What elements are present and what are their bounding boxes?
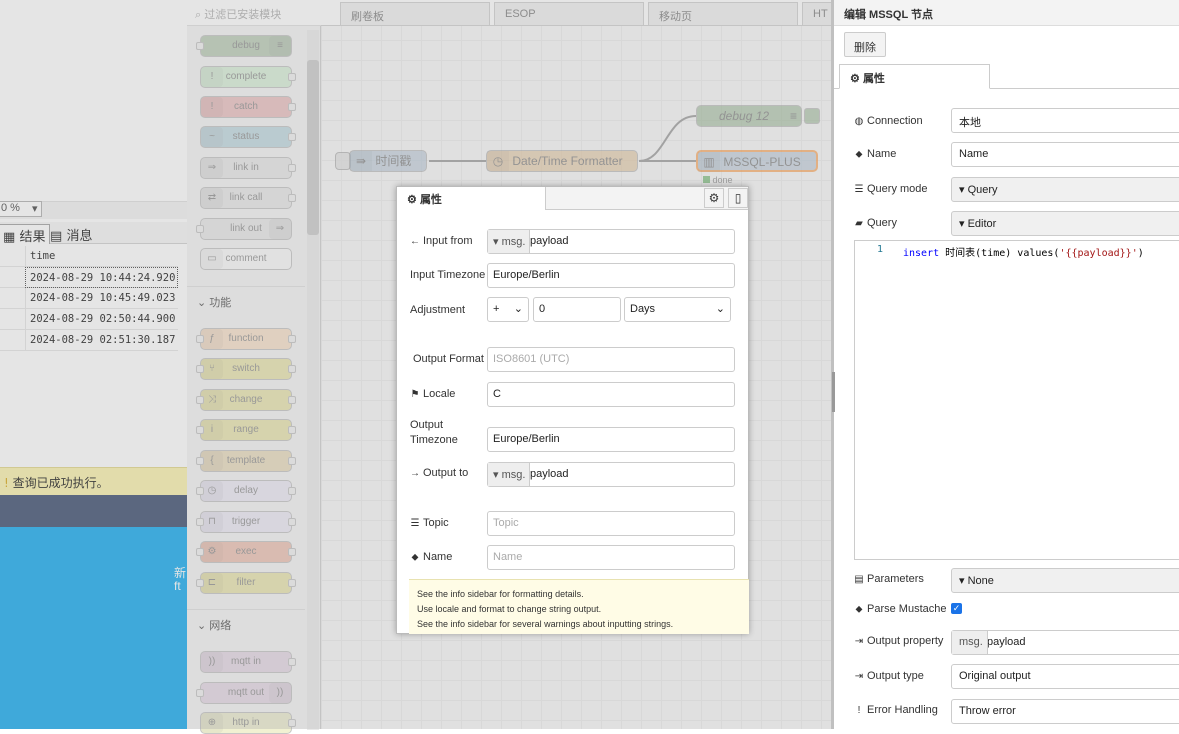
table-icon: ▤ — [854, 574, 864, 585]
arrow-right-icon: → — [410, 468, 420, 479]
query-mode-label: ☰ Query mode — [854, 183, 928, 195]
output-to-label: → Output to — [410, 467, 469, 479]
caret-down-icon: ▾ — [959, 575, 965, 587]
tag-icon: ⬥ — [411, 552, 419, 563]
chevron-down-icon: ⌄ — [715, 303, 725, 315]
parse-mustache-label: ⬥ Parse Mustache — [855, 603, 947, 615]
info-tips: See the info sidebar for formatting deta… — [409, 579, 749, 634]
name-label: ⬥ Name — [411, 551, 453, 563]
query-code-editor[interactable]: 1 insert 时间表(time) values('{{payload}}') — [854, 240, 1179, 560]
locale-label: ⚑ Locale — [410, 388, 456, 400]
globe-icon: ◍ — [854, 116, 864, 127]
output-timezone-field[interactable]: Europe/Berlin — [487, 427, 735, 452]
sign-out-icon: ⇥ — [854, 636, 864, 647]
input-from-field[interactable]: ▾ msg. payload — [487, 229, 735, 254]
adjustment-value-field[interactable]: 0 — [533, 297, 621, 322]
output-format-label: Output Format — [413, 353, 484, 365]
topic-icon: ☰ — [410, 518, 420, 529]
query-select[interactable]: ▾ Editor — [951, 211, 1179, 236]
gear-icon: ⚙ — [850, 73, 860, 85]
output-timezone-label: Output Timezone — [410, 419, 458, 446]
output-type-label: ⇥ Output type — [854, 670, 924, 682]
output-property-field[interactable]: msg. payload — [951, 630, 1179, 655]
input-timezone-field[interactable]: Europe/Berlin — [487, 263, 735, 288]
tip-text: See the info sidebar for formatting deta… — [417, 589, 584, 599]
tag-icon: ⬥ — [855, 604, 863, 615]
mssql-editor-panel: 编辑 MSSQL 节点 删除 ⚙ 属性 ◍ Connection 本地 ⬥ Name… — [831, 0, 1179, 729]
arrow-left-icon: ← — [410, 236, 420, 247]
output-format-field[interactable]: ISO8601 (UTC) — [487, 347, 735, 372]
name-field[interactable]: Name — [951, 142, 1179, 167]
output-type-select[interactable]: Original output — [951, 664, 1179, 689]
description-tab-icon[interactable]: ▯ — [728, 188, 748, 208]
type-selector[interactable]: msg. — [952, 631, 988, 654]
name-label: ⬥ Name — [855, 148, 897, 160]
comments-icon: ▰ — [855, 218, 863, 229]
code-line: insert 时间表(time) values('{{payload}}') — [903, 248, 1144, 259]
editor-tabs: ⚙ 属性 — [834, 64, 1179, 89]
list-icon: ☰ — [854, 184, 864, 195]
flag-icon: ⚑ — [410, 389, 420, 400]
error-handling-label: ! Error Handling — [854, 704, 938, 716]
dialog-tabs: ⚙ 属性 ⚙ ▯ — [397, 187, 748, 210]
chevron-down-icon: ⌄ — [513, 303, 523, 315]
adjustment-unit-select[interactable]: Days ⌄ — [624, 297, 731, 322]
tab-properties[interactable]: ⚙ 属性 — [397, 187, 546, 210]
parameters-select[interactable]: ▾ None — [951, 568, 1179, 593]
output-property-label: ⇥ Output property — [854, 635, 944, 647]
tip-text: Use locale and format to change string o… — [417, 604, 602, 614]
caret-down-icon: ▾ — [959, 218, 965, 230]
query-label: ▰ Query — [855, 217, 897, 229]
editor-title: 编辑 MSSQL 节点 — [834, 0, 1179, 26]
sign-out-icon: ⇥ — [854, 671, 864, 682]
tip-text: See the info sidebar for several warning… — [417, 619, 674, 629]
properties-dialog: ⚙ 属性 ⚙ ▯ ← Input from ▾ msg. payload Input… — [396, 186, 749, 634]
parameters-label: ▤ Parameters — [854, 573, 924, 585]
type-selector[interactable]: ▾ msg. — [488, 463, 531, 486]
type-selector[interactable]: ▾ msg. — [488, 230, 531, 253]
parse-mustache-checkbox[interactable]: ✓ — [951, 603, 962, 614]
settings-tab-icon[interactable]: ⚙ — [704, 188, 724, 208]
adjustment-label: Adjustment — [410, 304, 466, 316]
gear-icon: ⚙ — [407, 194, 417, 206]
tab-properties[interactable]: ⚙ 属性 — [839, 64, 990, 89]
connection-label: ◍ Connection — [854, 115, 923, 127]
input-timezone-label: Input Timezone — [410, 269, 486, 281]
adjustment-sign-select[interactable]: + ⌄ — [487, 297, 529, 322]
exclamation-icon: ! — [857, 705, 861, 716]
topic-field[interactable]: Topic — [487, 511, 735, 536]
error-handling-select[interactable]: Throw error — [951, 699, 1179, 724]
output-to-field[interactable]: ▾ msg. payload — [487, 462, 735, 487]
connection-field[interactable]: 本地 — [951, 108, 1179, 133]
locale-field[interactable]: C — [487, 382, 735, 407]
delete-button[interactable]: 删除 — [844, 32, 886, 57]
caret-down-icon: ▾ — [959, 184, 965, 196]
query-mode-select[interactable]: ▾ Query — [951, 177, 1179, 202]
tag-icon: ⬥ — [855, 149, 863, 160]
line-gutter: 1 — [855, 241, 893, 559]
input-from-label: ← Input from — [410, 235, 473, 247]
line-number: 1 — [877, 244, 884, 255]
name-field[interactable]: Name — [487, 545, 735, 570]
panel-resize-handle[interactable] — [832, 372, 835, 412]
topic-label: ☰ Topic — [410, 517, 449, 529]
